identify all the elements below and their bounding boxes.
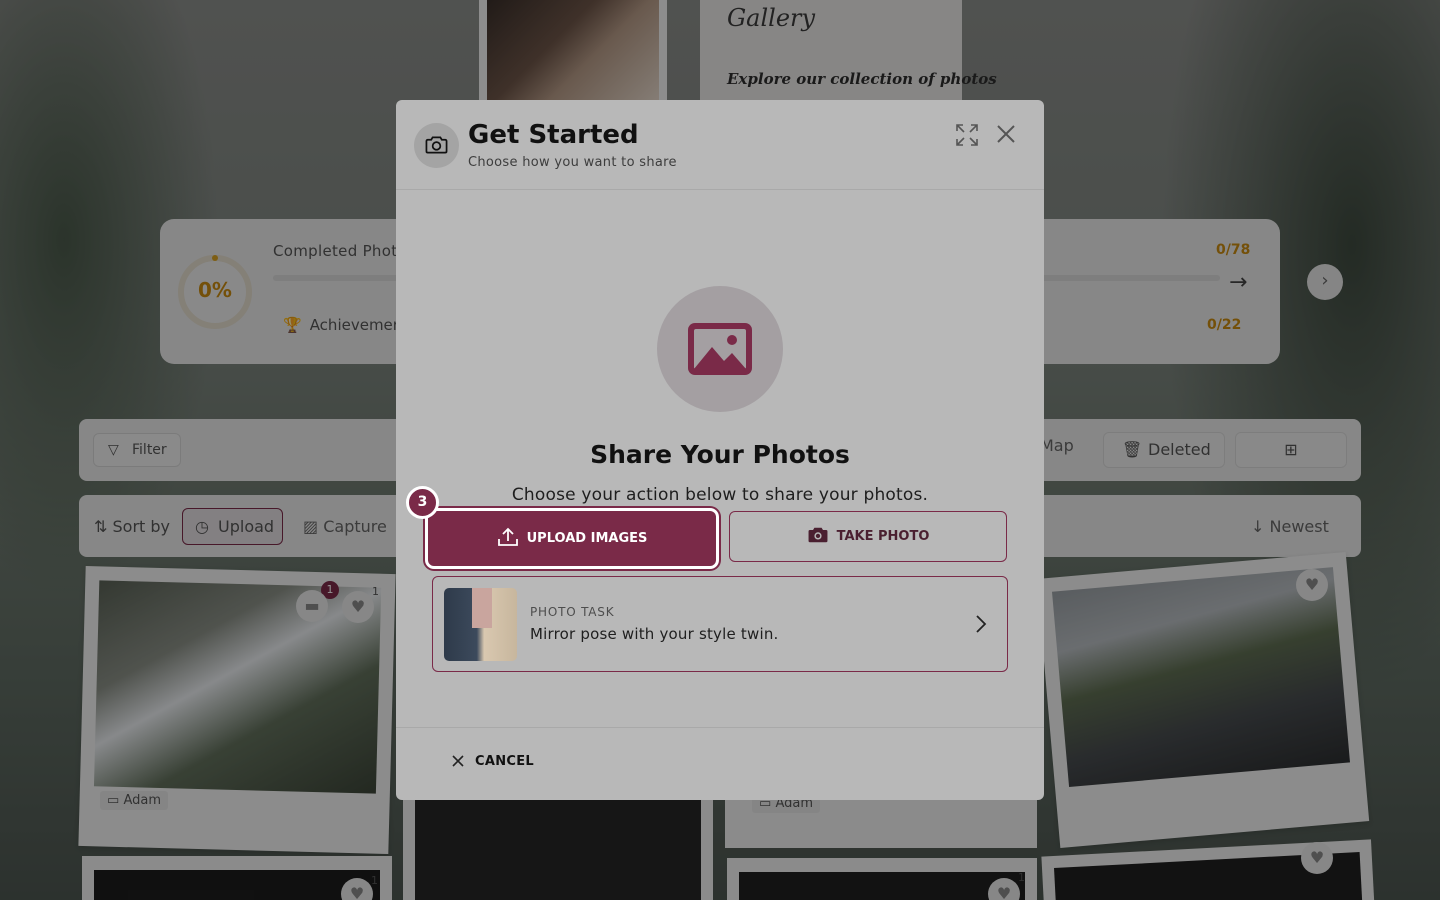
image-icon [688,323,752,375]
upload-images-label: UPLOAD IMAGES [526,531,648,546]
dialog-subtitle: Choose how you want to share [468,155,677,170]
cancel-button[interactable]: CANCEL [451,754,534,769]
get-started-dialog: Get Started Choose how you want to share… [396,100,1044,800]
dialog-header: Get Started Choose how you want to share [396,100,1044,190]
image-placeholder [657,286,783,412]
expand-icon [956,124,978,146]
chevron-right-icon [976,615,987,633]
upload-images-button[interactable]: UPLOAD IMAGES [428,511,716,566]
task-text: Mirror pose with your style twin. [530,625,779,643]
photo-task-card[interactable]: PHOTO TASK Mirror pose with your style t… [432,576,1008,672]
take-photo-button[interactable]: TAKE PHOTO [729,511,1007,562]
take-photo-label: TAKE PHOTO [836,529,930,544]
close-button[interactable] [994,122,1022,150]
dialog-footer: CANCEL [396,727,1044,800]
dialog-title: Get Started [468,120,639,150]
share-description: Choose your action below to share your p… [511,485,929,505]
close-icon [997,125,1015,143]
expand-button[interactable] [954,122,982,150]
camera-icon [414,123,459,168]
cancel-label: CANCEL [475,754,534,769]
task-kicker: PHOTO TASK [530,605,615,619]
task-thumbnail [444,588,517,661]
step-badge: 3 [406,486,439,519]
upload-icon [497,527,518,546]
close-icon [452,754,464,767]
share-title: Share Your Photos [590,440,850,469]
camera-icon [808,527,828,542]
